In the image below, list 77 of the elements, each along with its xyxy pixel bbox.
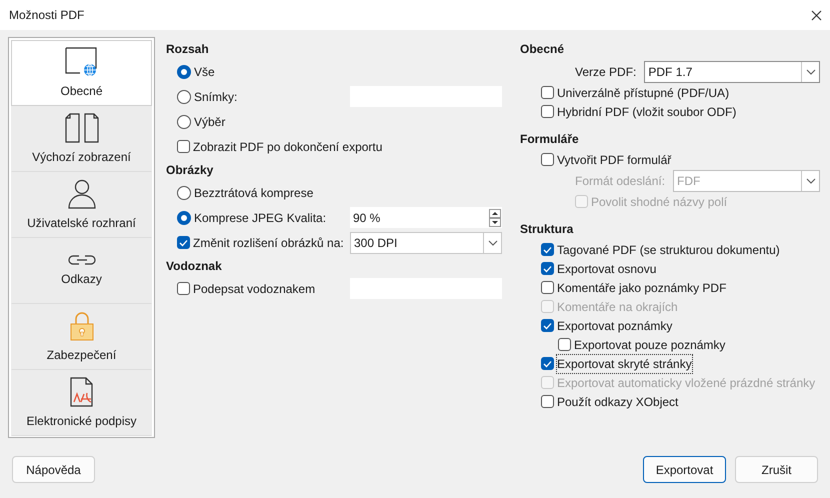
option-label: Exportovat skryté stránky: [557, 354, 692, 372]
option-label: Bezztrátová komprese: [194, 184, 314, 202]
spin-down-icon[interactable]: [489, 218, 501, 226]
dialog-button[interactable]: Exportovat: [643, 456, 726, 483]
section-heading: Obecné: [520, 41, 566, 58]
option-label: Exportovat automaticky vložené prázdné stránky: [557, 374, 816, 392]
checkbox[interactable]: [177, 282, 190, 295]
dropdown-field[interactable]: 300 DPI: [350, 232, 502, 254]
option-label: Komentáře jako poznámky PDF: [557, 280, 726, 296]
field-label: Verze PDF:: [575, 64, 636, 80]
option-label: Exportovat osnovu: [557, 260, 656, 278]
lock-icon: [70, 310, 94, 340]
option-label: Použít odkazy XObject: [557, 394, 678, 410]
checkmark-icon: [543, 264, 552, 272]
option-label: Vše: [194, 64, 215, 80]
link-icon: [68, 254, 96, 264]
option-label: Výběr: [194, 114, 226, 130]
two-pages-icon: [64, 112, 98, 142]
sidebar-item[interactable]: Výchozí zobrazení: [11, 106, 152, 172]
chevron-down-icon: [806, 68, 816, 74]
option-label: Podepsat vodoznakem: [193, 280, 316, 298]
dialog-button[interactable]: Nápověda: [12, 456, 95, 483]
checkbox[interactable]: [541, 243, 554, 256]
checkbox[interactable]: [541, 105, 554, 118]
sidebar-item[interactable]: Elektronické podpisy: [11, 370, 152, 436]
radio-button[interactable]: [177, 90, 191, 104]
checkmark-icon: [543, 322, 552, 330]
option-label: Zobrazit PDF po dokončení exportu: [193, 138, 382, 156]
section-heading: Vodoznak: [166, 258, 223, 275]
checkbox[interactable]: [541, 262, 554, 275]
chevron-down-icon: [806, 178, 816, 184]
option-label: Komprese JPEG Kvalita:: [194, 210, 326, 226]
sidebar-item[interactable]: Uživatelské rozhraní: [11, 172, 152, 238]
option-label: Exportovat pouze poznámky: [574, 336, 726, 354]
checkbox[interactable]: [541, 357, 554, 370]
radio-button[interactable]: [177, 186, 191, 200]
option-label: Hybridní PDF (vložit soubor ODF): [557, 104, 736, 120]
section-heading: Rozsah: [166, 41, 210, 58]
spin-field[interactable]: 90 %: [350, 207, 502, 228]
dialog-button[interactable]: Zrušit: [735, 456, 818, 483]
sidebar-item[interactable]: Odkazy: [11, 238, 152, 304]
option-label: Exportovat poznámky: [557, 318, 672, 334]
signed-document-icon: [70, 376, 94, 406]
person-icon: [66, 178, 96, 208]
option-label: Vytvořit PDF formulář: [557, 152, 672, 168]
option-label: Tagované PDF (se strukturou dokumentu): [557, 242, 780, 258]
chevron-down-icon: [488, 240, 498, 246]
checkbox[interactable]: [541, 281, 554, 294]
window-title: Možnosti PDF: [9, 7, 84, 24]
option-label: Komentáře na okrajích: [557, 298, 678, 316]
field-label: Formát odeslání:: [575, 172, 666, 190]
checkbox[interactable]: [541, 86, 554, 99]
sidebar-item[interactable]: Zabezpečení: [11, 304, 152, 370]
checkmark-icon: [543, 360, 552, 368]
section-heading: Struktura: [520, 221, 574, 238]
option-label: Povolit shodné názvy polí: [591, 194, 728, 210]
spin-up-icon[interactable]: [489, 208, 501, 218]
checkmark-icon: [179, 238, 188, 246]
sidebar-item[interactable]: Obecné: [11, 40, 152, 106]
option-label: Změnit rozlišení obrázků na:: [193, 234, 344, 252]
close-icon[interactable]: [811, 10, 822, 20]
section-heading: Obrázky: [166, 162, 214, 179]
checkbox[interactable]: [541, 319, 554, 332]
radio-button[interactable]: [177, 64, 191, 78]
section-heading: Formuláře: [520, 131, 580, 148]
option-label: Snímky:: [194, 88, 238, 106]
page-globe-icon: [64, 46, 98, 76]
dropdown-field[interactable]: PDF 1.7: [644, 60, 820, 82]
radio-button[interactable]: [177, 210, 191, 224]
checkbox[interactable]: [541, 395, 554, 408]
option-label: Univerzálně přístupné (PDF/UA): [557, 84, 730, 102]
checkmark-icon: [543, 246, 552, 254]
radio-button[interactable]: [177, 114, 191, 128]
checkbox[interactable]: [177, 236, 190, 249]
checkbox[interactable]: [558, 338, 571, 351]
checkbox[interactable]: [541, 153, 554, 166]
checkbox[interactable]: [177, 140, 190, 153]
